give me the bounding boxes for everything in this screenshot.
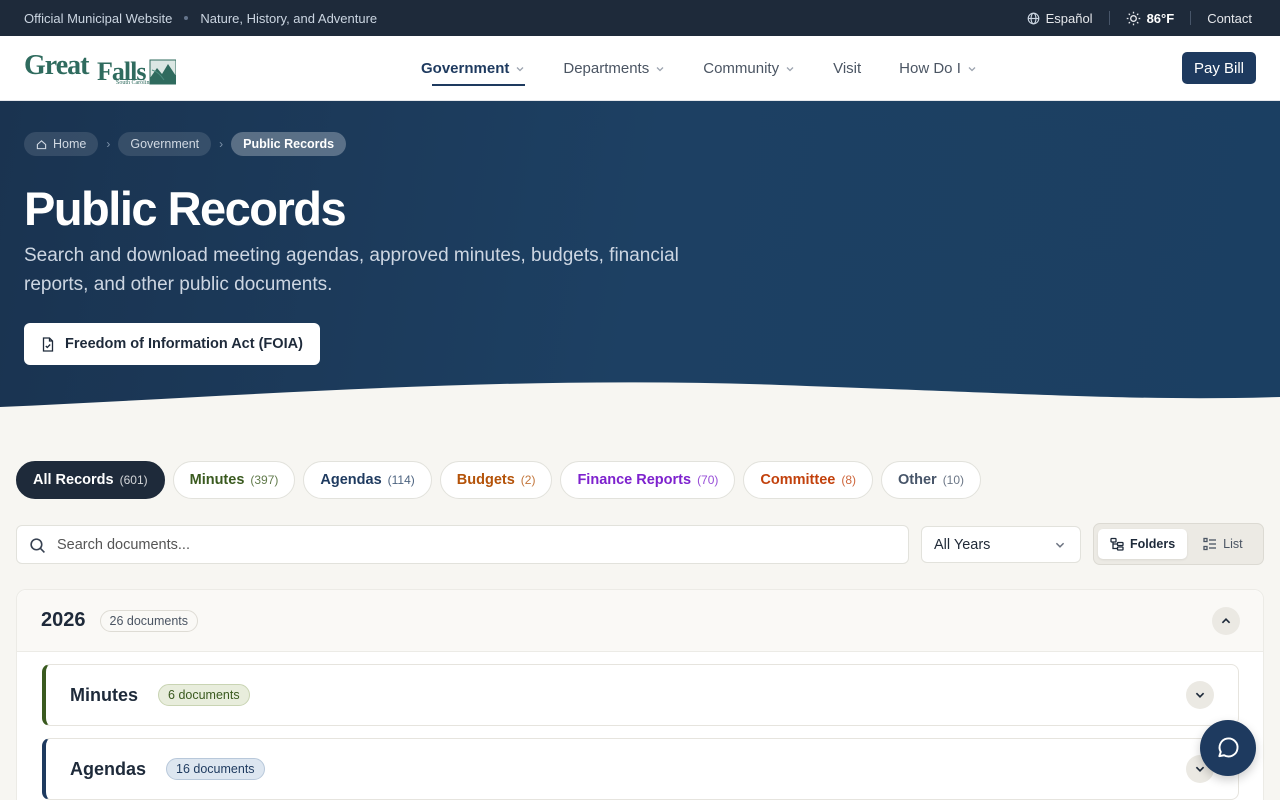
filter-all-records[interactable]: All Records (601): [16, 461, 165, 499]
separator-dot: [184, 16, 189, 20]
view-list-label: List: [1223, 537, 1243, 551]
filter-count: (601): [119, 473, 148, 487]
utility-bar: Official Municipal Website Nature, Histo…: [0, 0, 1280, 36]
filter-count: (70): [697, 473, 719, 487]
view-toggle: Folders List: [1093, 523, 1264, 565]
chevron-up-icon: [1221, 618, 1231, 624]
view-folders-button[interactable]: Folders: [1098, 529, 1188, 559]
page-title: Public Records: [24, 182, 347, 235]
site-logo[interactable]: Great Falls South Carolina: [24, 50, 176, 86]
hero-wave: [0, 382, 1280, 421]
page-subtitle: Search and download meeting agendas, app…: [24, 245, 679, 295]
filter-label: Other: [898, 472, 937, 488]
document-count-badge: 26 documents: [99, 609, 199, 632]
filter-count: (397): [250, 473, 279, 487]
filter-agendas[interactable]: Agendas (114): [303, 461, 432, 499]
year-select-value: All Years: [934, 536, 991, 553]
temperature: 86°F: [1146, 10, 1175, 26]
search-box: [16, 525, 909, 564]
folder-count-badge: 6 documents: [158, 684, 250, 706]
chevron-down-icon: [656, 66, 664, 71]
filter-minutes[interactable]: Minutes (397): [172, 461, 296, 499]
filter-count: (8): [841, 473, 857, 487]
filter-label: Agendas: [320, 472, 382, 488]
tagline: Nature, History, and Adventure: [200, 10, 378, 26]
breadcrumb-current: Public Records: [231, 132, 347, 156]
weather-widget: 86°F: [1110, 11, 1191, 26]
year-group-header[interactable]: 2026 26 documents: [17, 590, 1263, 652]
svg-text:Great: Great: [24, 50, 90, 81]
filter-count: (2): [520, 473, 536, 487]
collapse-year-button[interactable]: [1212, 607, 1240, 635]
breadcrumb-government[interactable]: Government: [118, 132, 212, 156]
nav-label: Community: [703, 60, 780, 77]
list-icon: [1203, 537, 1217, 551]
pay-bill-button[interactable]: Pay Bill: [1181, 52, 1256, 84]
filter-label: Minutes: [189, 472, 245, 488]
home-icon: [36, 139, 47, 149]
nav-item-departments[interactable]: Departments: [563, 36, 665, 101]
nav-item-how-do-i[interactable]: How Do I: [899, 36, 977, 101]
search-input[interactable]: [57, 536, 908, 553]
contact-link[interactable]: Contact: [1191, 11, 1252, 26]
filter-other[interactable]: Other (10): [881, 461, 982, 499]
chat-button[interactable]: [1200, 720, 1256, 776]
official-site-label: Official Municipal Website: [24, 10, 173, 26]
foia-label: Freedom of Information Act (FOIA): [65, 336, 303, 352]
search-icon: [30, 538, 45, 553]
folder-name: Agendas: [70, 758, 147, 779]
filter-label: Committee: [760, 472, 836, 488]
year-group: 2026 26 documents Minutes 6 documents Ag…: [16, 589, 1264, 800]
filter-label: All Records: [33, 472, 114, 488]
filter-budgets[interactable]: Budgets (2): [439, 461, 553, 499]
folder-minutes[interactable]: Minutes 6 documents: [42, 664, 1239, 726]
hero-section: Home › Government › Public Records Publi…: [0, 101, 1280, 421]
chevron-down-icon: [1195, 766, 1205, 772]
folder-count-badge: 16 documents: [166, 758, 265, 780]
chevron-right-icon: ›: [106, 137, 111, 151]
year-select[interactable]: All Years: [921, 526, 1081, 563]
language-label: Español: [1045, 10, 1093, 26]
breadcrumb-label: Home: [53, 137, 87, 151]
nav-item-visit[interactable]: Visit: [833, 36, 861, 101]
globe-icon: [1027, 12, 1039, 24]
document-check-icon: [42, 336, 54, 352]
folder-agendas[interactable]: Agendas 16 documents: [42, 738, 1239, 800]
nav-label: Visit: [833, 60, 862, 77]
nav-item-government[interactable]: Government: [421, 36, 526, 101]
chevron-down-icon: [1055, 542, 1065, 548]
folder-name: Minutes: [70, 684, 139, 705]
filter-label: Finance Reports: [577, 472, 692, 488]
main-nav: Great Falls South Carolina Government De…: [0, 36, 1280, 101]
sun-icon: [1126, 11, 1140, 25]
expand-folder-button[interactable]: [1186, 681, 1214, 709]
chevron-down-icon: [786, 66, 794, 71]
chevron-down-icon: [968, 66, 976, 71]
language-link[interactable]: Español: [1011, 11, 1109, 26]
filter-label: Budgets: [456, 472, 515, 488]
nav-item-community[interactable]: Community: [703, 36, 795, 101]
view-folders-label: Folders: [1130, 537, 1176, 551]
nav-label: Departments: [563, 60, 650, 77]
chevron-right-icon: ›: [219, 137, 224, 151]
chat-bubble-icon: [1218, 737, 1239, 758]
breadcrumb: Home › Government › Public Records: [24, 132, 347, 156]
view-list-button[interactable]: List: [1191, 529, 1254, 559]
svg-text:South Carolina: South Carolina: [116, 80, 153, 86]
year-label: 2026: [41, 609, 86, 631]
folder-tree-icon: [1110, 537, 1124, 551]
nav-label: Government: [421, 60, 510, 77]
foia-button[interactable]: Freedom of Information Act (FOIA): [24, 323, 320, 365]
filter-committee[interactable]: Committee (8): [743, 461, 874, 499]
nav-links: Government Departments Community Visit H…: [421, 36, 1015, 101]
filter-count: (114): [387, 473, 415, 487]
category-filters: All Records (601) Minutes (397) Agendas …: [16, 461, 982, 499]
filter-count: (10): [942, 473, 965, 487]
chevron-down-icon: [1195, 692, 1205, 698]
chevron-down-icon: [516, 66, 524, 71]
breadcrumb-home[interactable]: Home: [24, 132, 99, 156]
nav-label: How Do I: [899, 60, 961, 77]
filter-finance-reports[interactable]: Finance Reports (70): [560, 461, 736, 499]
